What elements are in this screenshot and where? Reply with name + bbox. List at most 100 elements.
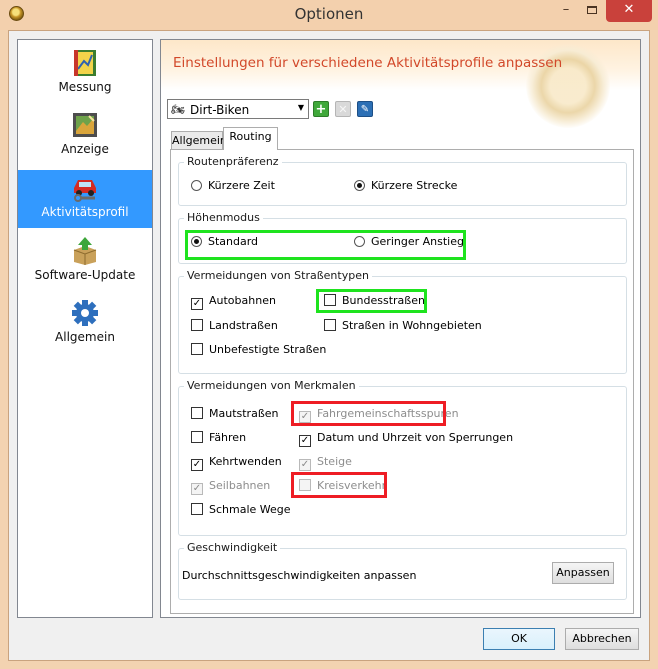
radio-circle	[191, 180, 202, 191]
checkbox-datum-uhrzeit-sperrungen[interactable]: ✓ Datum und Uhrzeit von Sperrungen	[299, 431, 513, 447]
checkbox-unbefestigte-strassen[interactable]: Unbefestigte Straßen	[191, 343, 326, 356]
speed-legend: Geschwindigkeit	[184, 541, 281, 554]
category-list: Messung Anzeige Aktivitätsprofil Softwar…	[17, 39, 153, 618]
checkbox-fahrgemeinschaftsspuren[interactable]: ✓ Fahrgemeinschaftsspuren	[299, 407, 459, 423]
checkbox-strassen-in-wohngebieten[interactable]: Straßen in Wohngebieten	[324, 319, 482, 332]
profile-dropdown[interactable]: 🏍 Dirt-Biken ▼	[167, 99, 309, 119]
checkbox-label: Mautstraßen	[209, 407, 279, 420]
car-wrench-icon	[74, 180, 96, 202]
radio-label: Kürzere Zeit	[208, 179, 275, 192]
features-group: Vermeidungen von Merkmalen Mautstraßen ✓…	[178, 379, 627, 536]
checkbox-label: Kehrtwenden	[209, 455, 282, 468]
radio-kuerzere-zeit[interactable]: Kürzere Zeit	[191, 179, 275, 192]
checkbox-kehrtwenden[interactable]: ✓ Kehrtwenden	[191, 455, 282, 471]
nav-item-messung[interactable]: Messung	[18, 45, 152, 103]
route-preference-legend: Routenpräferenz	[184, 155, 282, 168]
checkbox-label: Schmale Wege	[209, 503, 291, 516]
check-icon: ✓	[299, 411, 311, 423]
checkbox-label: Fähren	[209, 431, 247, 444]
checkbox-box	[324, 319, 336, 331]
check-icon: ✓	[191, 459, 203, 471]
check-icon: ✓	[299, 459, 311, 471]
check-icon: ✓	[299, 435, 311, 447]
panel-header-title: Einstellungen für verschiedene Aktivität…	[173, 55, 563, 71]
routing-tab-page: Routenpräferenz Kürzere Zeit Kürzere Str…	[170, 149, 634, 614]
radio-standard[interactable]: Standard	[191, 235, 258, 248]
settings-panel: Einstellungen für verschiedene Aktivität…	[160, 39, 641, 618]
box-upload-icon	[73, 237, 97, 265]
add-profile-button[interactable]: +	[313, 101, 329, 117]
checkbox-bundesstrassen[interactable]: Bundesstraßen	[324, 294, 425, 307]
checkbox-schmale-wege[interactable]: Schmale Wege	[191, 503, 291, 516]
radio-label: Kürzere Strecke	[371, 179, 458, 192]
checkbox-mautstrassen[interactable]: Mautstraßen	[191, 407, 279, 420]
nav-label-anzeige: Anzeige	[61, 142, 109, 156]
delete-profile-button[interactable]: ✕	[335, 101, 351, 117]
checkbox-box	[299, 479, 311, 491]
tab-allgemein[interactable]: Allgemein	[171, 131, 227, 149]
speed-group: Geschwindigkeit Durchschnittsgeschwindig…	[178, 541, 627, 600]
checkbox-label: Steige	[317, 455, 352, 468]
checkbox-box	[191, 319, 203, 331]
checkbox-label: Bundesstraßen	[342, 294, 425, 307]
adjust-speed-button[interactable]: Anpassen	[552, 562, 614, 584]
checkbox-label: Unbefestigte Straßen	[209, 343, 327, 356]
speed-description: Durchschnittsgeschwindigkeiten anpassen	[182, 569, 417, 582]
route-preference-group: Routenpräferenz Kürzere Zeit Kürzere Str…	[178, 155, 627, 206]
motorbike-icon: 🏍	[171, 103, 185, 116]
checkbox-label: Autobahnen	[209, 294, 276, 307]
cancel-button[interactable]: Abbrechen	[565, 628, 639, 650]
dialog-client: Messung Anzeige Aktivitätsprofil Softwar…	[8, 30, 650, 661]
checkbox-label: Straßen in Wohngebieten	[342, 319, 482, 332]
checkbox-box	[191, 407, 203, 419]
nav-item-software-update[interactable]: Software-Update	[18, 233, 152, 291]
ok-button[interactable]: OK	[483, 628, 555, 650]
close-button[interactable]: ✕	[606, 0, 652, 22]
nav-item-aktivitaetsprofil[interactable]: Aktivitätsprofil	[18, 170, 152, 228]
minimize-button[interactable]: –	[553, 0, 579, 22]
radio-label: Standard	[208, 235, 259, 248]
check-icon: ✓	[191, 298, 203, 310]
checkbox-label: Fahrgemeinschaftsspuren	[317, 407, 459, 420]
nav-item-allgemein[interactable]: Allgemein	[18, 295, 152, 353]
radio-circle	[191, 236, 202, 247]
checkbox-box	[191, 343, 203, 355]
nav-item-anzeige[interactable]: Anzeige	[18, 107, 152, 165]
radio-kuerzere-strecke[interactable]: Kürzere Strecke	[354, 179, 457, 192]
features-legend: Vermeidungen von Merkmalen	[184, 379, 359, 392]
nav-label-software-update: Software-Update	[34, 268, 136, 282]
checkbox-label: Landstraßen	[209, 319, 278, 332]
checkbox-label: Datum und Uhrzeit von Sperrungen	[317, 431, 514, 444]
checkbox-label: Seilbahnen	[209, 479, 271, 492]
checkbox-steige[interactable]: ✓ Steige	[299, 455, 352, 471]
checkbox-autobahnen[interactable]: ✓ Autobahnen	[191, 294, 276, 310]
checkbox-box	[191, 431, 203, 443]
nav-label-messung: Messung	[58, 80, 112, 94]
checkbox-landstrassen[interactable]: Landstraßen	[191, 319, 278, 332]
checkbox-box	[324, 294, 336, 306]
profile-dropdown-value: Dirt-Biken	[190, 103, 250, 117]
checkbox-seilbahnen[interactable]: ✓ Seilbahnen	[191, 479, 270, 495]
chevron-down-icon: ▼	[297, 103, 304, 112]
checkbox-faehren[interactable]: Fähren	[191, 431, 246, 444]
nav-label-aktivitaetsprofil: Aktivitätsprofil	[41, 205, 129, 219]
elevation-mode-group: Höhenmodus Standard Geringer Anstieg	[178, 211, 627, 264]
display-icon	[73, 113, 97, 137]
radio-circle	[354, 180, 365, 191]
checkbox-box	[191, 503, 203, 515]
panel-header: Einstellungen für verschiedene Aktivität…	[161, 40, 640, 128]
elevation-mode-legend: Höhenmodus	[184, 211, 263, 224]
radio-geringer-anstieg[interactable]: Geringer Anstieg	[354, 235, 464, 248]
gear-icon	[72, 300, 98, 326]
road-types-group: Vermeidungen von Straßentypen ✓ Autobahne…	[178, 269, 627, 374]
checkbox-kreisverkehr[interactable]: Kreisverkehr	[299, 479, 386, 492]
ruler-map-icon	[74, 50, 96, 76]
maximize-button[interactable]	[579, 0, 605, 22]
check-icon: ✓	[191, 483, 203, 495]
road-types-legend: Vermeidungen von Straßentypen	[184, 269, 372, 282]
radio-label: Geringer Anstieg	[371, 235, 464, 248]
checkbox-label: Kreisverkehr	[317, 479, 387, 492]
radio-circle	[354, 236, 365, 247]
tab-routing[interactable]: Routing	[223, 127, 278, 150]
edit-profile-button[interactable]: ✎	[357, 101, 373, 117]
